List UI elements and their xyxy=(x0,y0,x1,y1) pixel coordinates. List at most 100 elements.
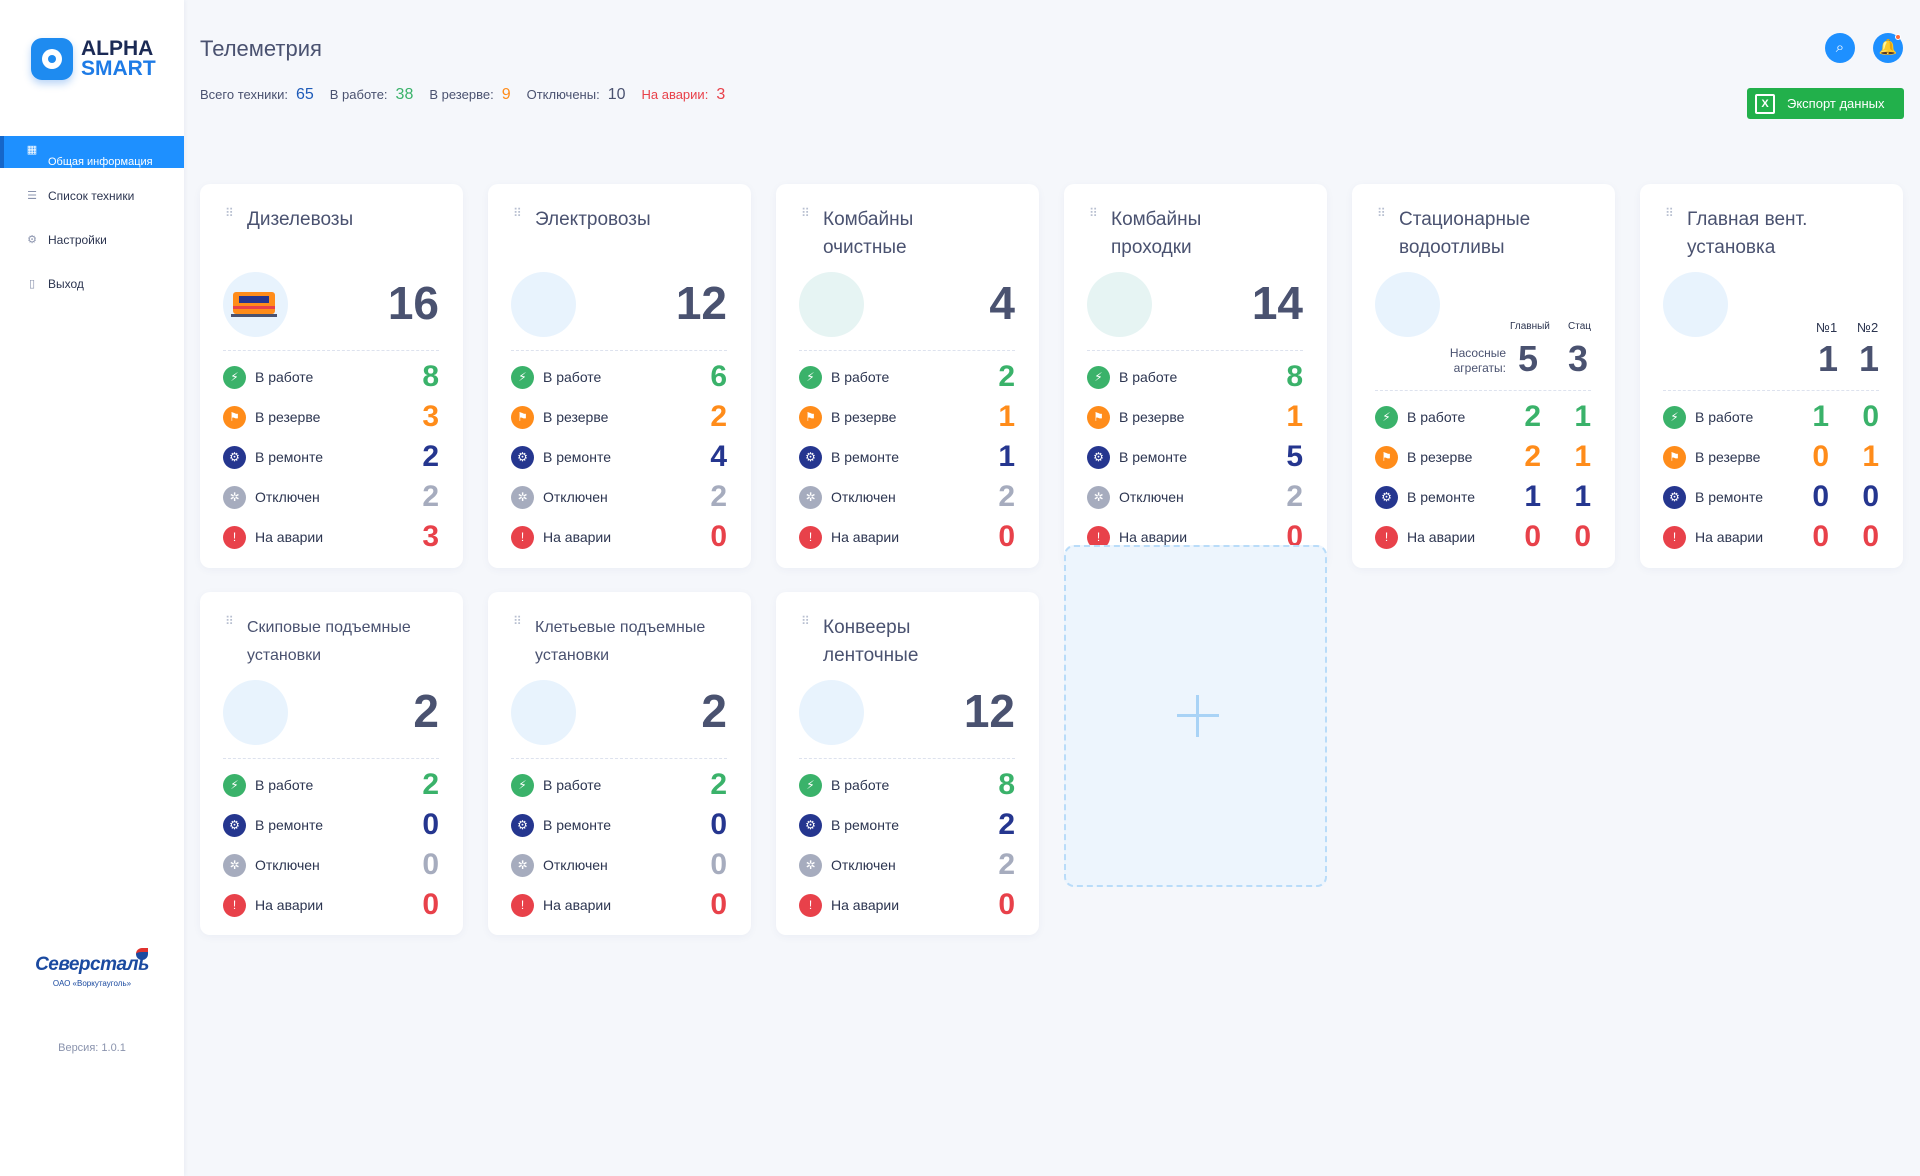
status-row-repair: ⚙ В ремонте 4 xyxy=(511,440,727,473)
search-button[interactable]: ⌕ xyxy=(1825,33,1855,63)
status-row-working: ⚡ В работе 8 xyxy=(223,360,439,393)
status-row-working: ⚡ В работе 1 0 xyxy=(1663,400,1879,433)
lightning-icon: ⚡ xyxy=(511,773,534,797)
nav-item-equipment-list[interactable]: ☰ Список техники xyxy=(0,180,184,212)
bell-icon: 🔔 xyxy=(1878,39,1898,56)
snowflake-icon: ✲ xyxy=(223,485,246,509)
stat-off: Отключены: 10 xyxy=(526,86,626,103)
sidebar: ALPHA SMART ▦ Общая информация ☰ Список … xyxy=(0,0,184,1176)
stat-working: В работе: 38 xyxy=(329,86,414,103)
status-row-accident: ! На аварии 0 xyxy=(799,520,1015,553)
flag-icon: ⚑ xyxy=(1663,445,1686,469)
company-name: Северсталь xyxy=(35,954,149,975)
status-row-off: ✲ Отключен 2 xyxy=(1087,480,1303,513)
nav-item-overview[interactable]: ▦ Общая информация xyxy=(0,136,184,168)
drag-handle-icon[interactable]: ⠿ xyxy=(801,615,811,627)
notification-dot xyxy=(1895,34,1901,40)
card-diesel-locomotives[interactable]: ⠿ Дизелевозы 16 ⚡ В работе 8 ⚑ В резерве 3 ⚙… xyxy=(200,184,463,568)
card-skip-hoists[interactable]: ⠿ Скиповые подъемные установки 2 ⚡ В рабо… xyxy=(200,592,463,935)
drag-handle-icon[interactable]: ⠿ xyxy=(513,207,523,219)
total-count: 14 xyxy=(1251,277,1303,329)
gear-icon: ⚙ xyxy=(1375,485,1398,509)
drag-handle-icon[interactable]: ⠿ xyxy=(225,207,235,219)
card-title: Клетьевые подъемные установки xyxy=(535,619,706,664)
snowflake-icon: ✲ xyxy=(799,853,822,877)
equipment-icon xyxy=(799,680,864,745)
gear-icon: ⚙ xyxy=(1663,485,1686,509)
card-stationary-drainage[interactable]: ⠿ Стационарные водоотливы Главный Стац Н… xyxy=(1352,184,1615,568)
status-row-accident: ! На аварии 0 0 xyxy=(1663,520,1879,553)
excel-icon: X xyxy=(1755,93,1775,114)
drag-handle-icon[interactable]: ⠿ xyxy=(1665,207,1675,219)
equipment-icon xyxy=(799,272,864,337)
card-title: Стационарные водоотливы xyxy=(1399,209,1531,258)
lightning-icon: ⚡ xyxy=(1087,365,1110,389)
card-tunneling-combines[interactable]: ⠿ Комбайны проходки 14 ⚡ В работе 8 ⚑ В рез… xyxy=(1064,184,1327,568)
snowflake-icon: ✲ xyxy=(799,485,822,509)
flag-icon: ⚑ xyxy=(799,405,822,429)
snowflake-icon: ✲ xyxy=(511,485,534,509)
add-card-dropzone[interactable] xyxy=(1064,545,1327,887)
logo-line1: ALPHA xyxy=(81,37,154,60)
status-row-off: ✲ Отключен 0 xyxy=(223,848,439,881)
alert-icon: ! xyxy=(799,525,822,549)
lightning-icon: ⚡ xyxy=(799,773,822,797)
lightning-icon: ⚡ xyxy=(223,773,246,797)
notifications-button[interactable]: 🔔 xyxy=(1873,33,1903,63)
divider xyxy=(1663,390,1879,391)
total-count: 2 xyxy=(701,685,727,737)
list-icon: ☰ xyxy=(27,190,37,202)
column-header-1: №1 xyxy=(1816,320,1838,335)
export-button[interactable]: X Экспорт данных xyxy=(1747,88,1904,119)
flag-icon: ⚑ xyxy=(511,405,534,429)
door-icon: ▯ xyxy=(28,278,36,290)
gear-icon: ⚙ xyxy=(511,445,534,469)
status-row-off: ✲ Отключен 2 xyxy=(799,480,1015,513)
flag-icon: ⚑ xyxy=(1087,405,1110,429)
divider xyxy=(1375,390,1591,391)
status-row-accident: ! На аварии 0 xyxy=(223,888,439,921)
drag-handle-icon[interactable]: ⠿ xyxy=(513,615,523,627)
total-count: 2 xyxy=(413,685,439,737)
brand-mark-icon xyxy=(136,948,148,960)
gear-icon: ⚙ xyxy=(27,234,37,246)
drag-handle-icon[interactable]: ⠿ xyxy=(1377,207,1387,219)
nav-item-settings[interactable]: ⚙ Настройки xyxy=(0,224,184,256)
divider xyxy=(223,350,439,351)
gear-icon: ⚙ xyxy=(1087,445,1110,469)
card-main-ventilation[interactable]: ⠿ Главная вент. установка №1 №2 1 1 ⚡ В р… xyxy=(1640,184,1903,568)
gear-icon: ⚙ xyxy=(799,445,822,469)
status-row-off: ✲ Отключен 0 xyxy=(511,848,727,881)
gear-icon: ⚙ xyxy=(511,813,534,837)
equipment-icon xyxy=(1663,272,1728,337)
equipment-icon xyxy=(1087,272,1152,337)
card-cage-hoists[interactable]: ⠿ Клетьевые подъемные установки 2 ⚡ В раб… xyxy=(488,592,751,935)
status-row-repair: ⚙ В ремонте 1 1 xyxy=(1375,480,1591,513)
status-row-repair: ⚙ В ремонте 5 xyxy=(1087,440,1303,473)
alert-icon: ! xyxy=(511,893,534,917)
card-electric-locomotives[interactable]: ⠿ Электровозы 12 ⚡ В работе 6 ⚑ В резерве 2 … xyxy=(488,184,751,568)
flag-icon: ⚑ xyxy=(1375,445,1398,469)
unit-count-2: 1 xyxy=(1859,338,1880,379)
status-row-repair: ⚙ В ремонте 0 xyxy=(223,808,439,841)
company-logo: Северсталь ОАО «Воркутауголь» xyxy=(32,948,152,988)
drag-handle-icon[interactable]: ⠿ xyxy=(225,615,235,627)
alert-icon: ! xyxy=(799,893,822,917)
alert-icon: ! xyxy=(1375,525,1398,549)
divider xyxy=(1087,350,1303,351)
pump-count-stat: 3 xyxy=(1568,338,1589,379)
column-header-stat: Стац xyxy=(1568,321,1591,332)
nav-item-logout[interactable]: ▯ Выход xyxy=(0,268,184,300)
drag-handle-icon[interactable]: ⠿ xyxy=(801,207,811,219)
stat-reserve: В резерве: 9 xyxy=(429,86,511,103)
status-row-reserve: ⚑ В резерве 3 xyxy=(223,400,439,433)
total-count: 4 xyxy=(989,277,1015,329)
card-cleaning-combines[interactable]: ⠿ Комбайны очистные 4 ⚡ В работе 2 ⚑ В резе… xyxy=(776,184,1039,568)
total-count: 12 xyxy=(675,277,727,329)
card-belt-conveyors[interactable]: ⠿ Конвееры ленточные 12 ⚡ В работе 8 ⚙ В ре… xyxy=(776,592,1039,935)
alert-icon: ! xyxy=(511,525,534,549)
logo[interactable]: ALPHA SMART xyxy=(31,38,156,80)
drag-handle-icon[interactable]: ⠿ xyxy=(1089,207,1099,219)
gear-icon: ⚙ xyxy=(223,445,246,469)
divider xyxy=(799,350,1015,351)
